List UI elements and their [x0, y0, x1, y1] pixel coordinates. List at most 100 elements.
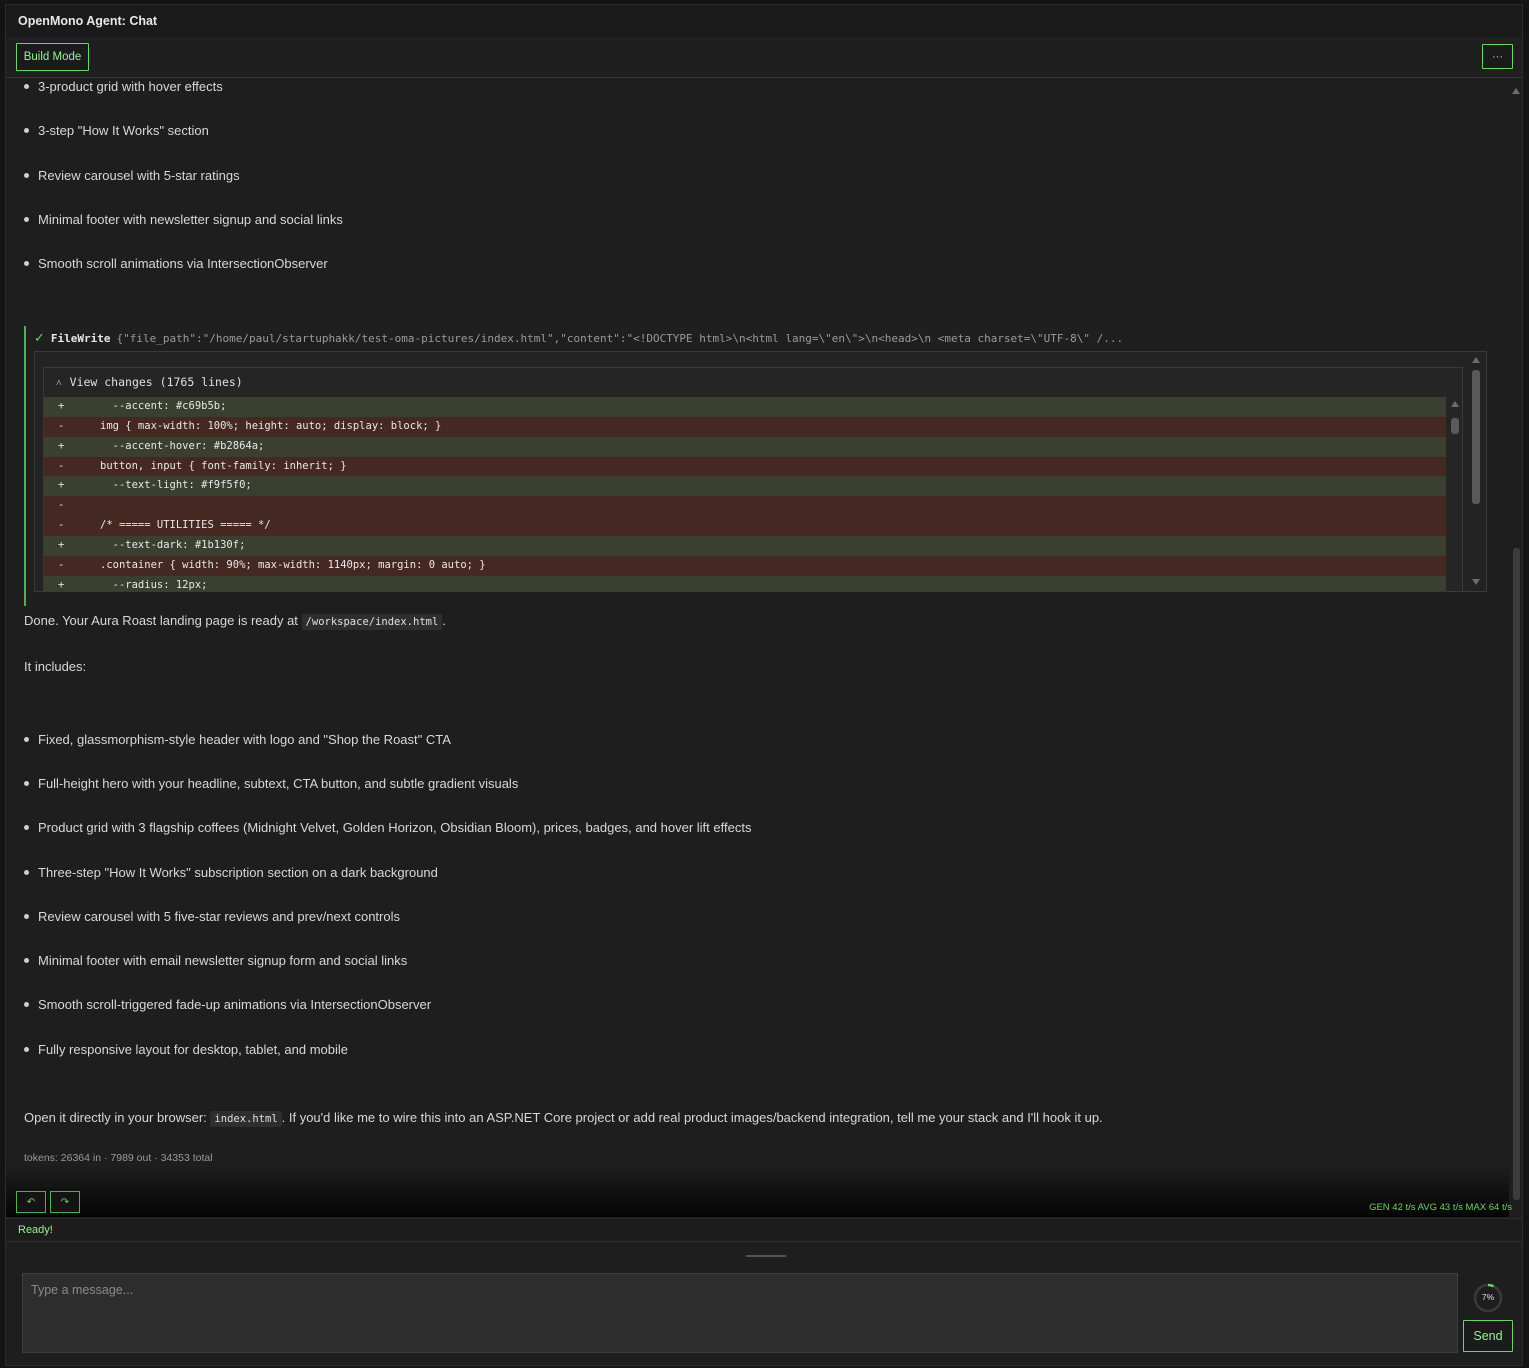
undo-button[interactable]: ↶: [16, 1191, 46, 1213]
scroll-up-icon[interactable]: [1451, 401, 1459, 407]
diff-line-add: + --accent: #c69b5b;: [44, 397, 1446, 417]
diff-line-add: + --text-light: #f9f5f0;: [44, 476, 1446, 497]
message-input[interactable]: [23, 1274, 1457, 1352]
bullet-icon: [24, 261, 29, 267]
list-item: Fully responsive layout for desktop, tab…: [24, 1042, 348, 1057]
response-open-line: Open it directly in your browser: index.…: [24, 1110, 1103, 1127]
diff-viewer[interactable]: ˄ View changes (1765 lines) + --accent: #…: [43, 367, 1463, 591]
diff-line-add: + --text-dark: #1b130f;: [44, 535, 1446, 556]
diff-line-del: -: [44, 496, 1446, 517]
chat-transcript[interactable]: 3-product grid with hover effects 3-step…: [6, 78, 1524, 1218]
chat-window: OpenMono Agent: Chat Build Mode ··· 3-pr…: [5, 4, 1523, 1366]
diff-sign: +: [58, 400, 65, 412]
list-item: Smooth scroll animations via Intersectio…: [24, 256, 328, 271]
diff-line-del: - img { max-width: 100%; height: auto; di…: [44, 416, 1446, 437]
diff-sign: +: [58, 479, 65, 492]
view-changes-toggle[interactable]: ˄ View changes (1765 lines): [56, 375, 243, 389]
scroll-up-icon[interactable]: [1512, 88, 1520, 94]
scrollbar-thumb[interactable]: [1472, 370, 1480, 504]
diff-code: --text-light: #f9f5f0;: [100, 479, 252, 492]
diff-lines: + --accent: #c69b5b; - img { max-width: 10…: [44, 397, 1446, 591]
message-input-container: [22, 1273, 1458, 1353]
more-options-button[interactable]: ···: [1482, 44, 1513, 69]
diff-sign: -: [58, 419, 65, 432]
list-item: Review carousel with 5 five-star reviews…: [24, 909, 400, 924]
diff-sign: -: [58, 499, 65, 512]
response-done-line: Done. Your Aura Roast landing page is re…: [24, 613, 446, 630]
window-title: OpenMono Agent: Chat: [18, 14, 158, 28]
list-item: Minimal footer with email newsletter sig…: [24, 953, 407, 968]
diff-code: --accent: #c69b5b;: [100, 400, 227, 412]
scroll-up-icon[interactable]: [1472, 357, 1480, 363]
list-item: Minimal footer with newsletter signup an…: [24, 212, 343, 227]
tool-call-header[interactable]: ✓ FileWrite {"file_path":"/home/paul/start…: [34, 331, 1123, 346]
diff-code: img { max-width: 100%; height: auto; dis…: [100, 419, 442, 432]
tool-name: FileWrite: [50, 332, 111, 345]
list-item: 3-step "How It Works" section: [24, 123, 209, 138]
list-item: 3-product grid with hover effects: [24, 79, 223, 94]
diff-code: .container { width: 90%; max-width: 1140…: [100, 558, 486, 571]
tool-output-panel[interactable]: ˄ View changes (1765 lines) + --accent: #…: [34, 351, 1487, 592]
chat-scrollbar[interactable]: [1508, 78, 1524, 1218]
toolbar: Build Mode ···: [6, 37, 1522, 78]
diff-sign: -: [58, 558, 65, 571]
send-button[interactable]: Send: [1463, 1320, 1513, 1352]
bullet-icon: [24, 1002, 29, 1008]
list-item: Review carousel with 5-star ratings: [24, 168, 240, 183]
token-rate: GEN 42 t/s AVG 43 t/s MAX 64 t/s: [1369, 1202, 1512, 1213]
bullet-icon: [24, 825, 29, 831]
chevron-up-icon: ˄: [56, 378, 62, 389]
diff-line-add: + --radius: 12px;: [44, 575, 1446, 591]
diff-code: --text-dark: #1b130f;: [100, 538, 246, 551]
context-usage-ring: 7%: [1472, 1282, 1504, 1314]
bullet-icon: [24, 914, 29, 920]
bullet-icon: [24, 128, 29, 134]
bullet-icon: [24, 84, 29, 90]
diff-code: --accent-hover: #b2864a;: [100, 439, 265, 452]
tool-call-block: ✓ FileWrite {"file_path":"/home/paul/start…: [24, 326, 1488, 606]
diff-code: --radius: 12px;: [100, 578, 208, 591]
list-item: Fixed, glassmorphism-style header with l…: [24, 732, 451, 747]
scrollbar-thumb[interactable]: [1451, 418, 1459, 434]
undo-icon: ↶: [26, 1196, 36, 1208]
bullet-icon: [24, 173, 29, 179]
resize-grip[interactable]: [746, 1255, 786, 1257]
inline-code: index.html: [210, 1111, 282, 1127]
diff-line-add: + --accent-hover: #b2864a;: [44, 436, 1446, 457]
diff-line-del: - /* ===== UTILITIES ===== */: [44, 516, 1446, 536]
scroll-down-icon[interactable]: [1472, 579, 1480, 585]
diff-line-del: - .container { width: 90%; max-width: 114…: [44, 555, 1446, 576]
diff-sign: +: [58, 578, 65, 591]
diff-sign: +: [58, 439, 65, 452]
scrollbar-thumb[interactable]: [1513, 548, 1520, 1200]
diff-code: /* ===== UTILITIES ===== */: [100, 519, 271, 532]
redo-icon: ↷: [60, 1196, 70, 1208]
diff-sign: +: [58, 538, 65, 551]
bullet-icon: [24, 217, 29, 223]
bullet-icon: [24, 737, 29, 743]
list-item: Product grid with 3 flagship coffees (Mi…: [24, 820, 751, 835]
diff-sign: -: [58, 459, 65, 472]
diff-line-del: - button, input { font-family: inherit; }: [44, 456, 1446, 477]
diff-sign: -: [58, 519, 65, 532]
diff-scrollbar[interactable]: [1448, 397, 1462, 591]
diff-code: button, input { font-family: inherit; }: [100, 459, 347, 472]
bullet-icon: [24, 958, 29, 964]
inline-code: /workspace/index.html: [301, 614, 443, 630]
bullet-icon: [24, 1047, 29, 1053]
tool-args: {"file_path":"/home/paul/startuphakk/tes…: [116, 332, 1124, 345]
status-text: Ready!: [18, 1224, 53, 1236]
list-item: Three-step "How It Works" subscription s…: [24, 865, 438, 880]
status-bar: Ready!: [6, 1218, 1522, 1242]
list-item: Smooth scroll-triggered fade-up animatio…: [24, 997, 431, 1012]
build-mode-button[interactable]: Build Mode: [16, 43, 89, 71]
redo-button[interactable]: ↷: [50, 1191, 80, 1213]
bullet-icon: [24, 781, 29, 787]
output-scrollbar[interactable]: [1466, 352, 1486, 591]
includes-label: It includes:: [24, 659, 87, 674]
context-percent: 7%: [1481, 1292, 1495, 1302]
check-icon: ✓: [34, 331, 45, 346]
list-item: Full-height hero with your headline, sub…: [24, 776, 518, 791]
title-bar: OpenMono Agent: Chat: [6, 5, 1522, 37]
token-usage: tokens: 26364 in · 7989 out · 34353 tota…: [24, 1152, 213, 1164]
